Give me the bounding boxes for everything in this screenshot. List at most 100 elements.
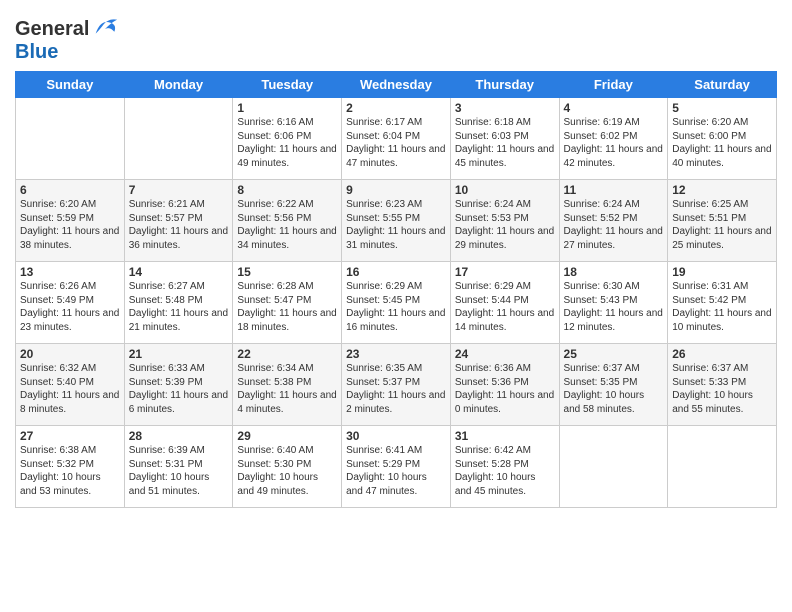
day-number: 16 xyxy=(346,265,446,279)
cell-info: Sunrise: 6:18 AMSunset: 6:03 PMDaylight:… xyxy=(455,117,554,169)
cell-info: Sunrise: 6:38 AMSunset: 5:32 PMDaylight:… xyxy=(20,445,101,497)
cell-info: Sunrise: 6:30 AMSunset: 5:43 PMDaylight:… xyxy=(564,281,663,333)
header: General Blue xyxy=(15,10,777,63)
calendar-cell: 12 Sunrise: 6:25 AMSunset: 5:51 PMDaylig… xyxy=(668,180,777,262)
calendar-cell: 30 Sunrise: 6:41 AMSunset: 5:29 PMDaylig… xyxy=(342,426,451,508)
day-number: 24 xyxy=(455,347,555,361)
calendar-cell: 26 Sunrise: 6:37 AMSunset: 5:33 PMDaylig… xyxy=(668,344,777,426)
cell-info: Sunrise: 6:37 AMSunset: 5:33 PMDaylight:… xyxy=(672,363,753,415)
calendar-cell: 11 Sunrise: 6:24 AMSunset: 5:52 PMDaylig… xyxy=(559,180,668,262)
day-number: 12 xyxy=(672,183,772,197)
day-number: 2 xyxy=(346,101,446,115)
day-number: 3 xyxy=(455,101,555,115)
calendar-cell xyxy=(124,98,233,180)
day-number: 23 xyxy=(346,347,446,361)
day-number: 5 xyxy=(672,101,772,115)
calendar-cell: 25 Sunrise: 6:37 AMSunset: 5:35 PMDaylig… xyxy=(559,344,668,426)
cell-info: Sunrise: 6:25 AMSunset: 5:51 PMDaylight:… xyxy=(672,199,771,251)
cell-info: Sunrise: 6:20 AMSunset: 5:59 PMDaylight:… xyxy=(20,199,119,251)
calendar-cell: 14 Sunrise: 6:27 AMSunset: 5:48 PMDaylig… xyxy=(124,262,233,344)
cell-info: Sunrise: 6:37 AMSunset: 5:35 PMDaylight:… xyxy=(564,363,645,415)
day-number: 14 xyxy=(129,265,229,279)
calendar-cell: 5 Sunrise: 6:20 AMSunset: 6:00 PMDayligh… xyxy=(668,98,777,180)
day-number: 11 xyxy=(564,183,664,197)
day-number: 10 xyxy=(455,183,555,197)
calendar-cell: 7 Sunrise: 6:21 AMSunset: 5:57 PMDayligh… xyxy=(124,180,233,262)
day-number: 4 xyxy=(564,101,664,115)
weekday-header: Sunday xyxy=(16,72,125,98)
page: General Blue SundayMondayTuesdayWednesda… xyxy=(0,0,792,612)
calendar-cell: 17 Sunrise: 6:29 AMSunset: 5:44 PMDaylig… xyxy=(450,262,559,344)
calendar-cell: 28 Sunrise: 6:39 AMSunset: 5:31 PMDaylig… xyxy=(124,426,233,508)
calendar-table: SundayMondayTuesdayWednesdayThursdayFrid… xyxy=(15,71,777,508)
day-number: 30 xyxy=(346,429,446,443)
day-number: 19 xyxy=(672,265,772,279)
cell-info: Sunrise: 6:33 AMSunset: 5:39 PMDaylight:… xyxy=(129,363,228,415)
logo-general: General xyxy=(15,18,89,40)
day-number: 27 xyxy=(20,429,120,443)
cell-info: Sunrise: 6:35 AMSunset: 5:37 PMDaylight:… xyxy=(346,363,445,415)
cell-info: Sunrise: 6:17 AMSunset: 6:04 PMDaylight:… xyxy=(346,117,445,169)
cell-info: Sunrise: 6:29 AMSunset: 5:44 PMDaylight:… xyxy=(455,281,554,333)
day-number: 17 xyxy=(455,265,555,279)
calendar-cell: 27 Sunrise: 6:38 AMSunset: 5:32 PMDaylig… xyxy=(16,426,125,508)
cell-info: Sunrise: 6:39 AMSunset: 5:31 PMDaylight:… xyxy=(129,445,210,497)
calendar-cell: 21 Sunrise: 6:33 AMSunset: 5:39 PMDaylig… xyxy=(124,344,233,426)
calendar-cell: 22 Sunrise: 6:34 AMSunset: 5:38 PMDaylig… xyxy=(233,344,342,426)
cell-info: Sunrise: 6:24 AMSunset: 5:52 PMDaylight:… xyxy=(564,199,663,251)
calendar-cell xyxy=(668,426,777,508)
calendar-cell: 24 Sunrise: 6:36 AMSunset: 5:36 PMDaylig… xyxy=(450,344,559,426)
calendar-cell: 10 Sunrise: 6:24 AMSunset: 5:53 PMDaylig… xyxy=(450,180,559,262)
cell-info: Sunrise: 6:41 AMSunset: 5:29 PMDaylight:… xyxy=(346,445,427,497)
cell-info: Sunrise: 6:36 AMSunset: 5:36 PMDaylight:… xyxy=(455,363,554,415)
cell-info: Sunrise: 6:27 AMSunset: 5:48 PMDaylight:… xyxy=(129,281,228,333)
calendar-cell: 9 Sunrise: 6:23 AMSunset: 5:55 PMDayligh… xyxy=(342,180,451,262)
day-number: 22 xyxy=(237,347,337,361)
calendar-week-row: 20 Sunrise: 6:32 AMSunset: 5:40 PMDaylig… xyxy=(16,344,777,426)
weekday-header: Tuesday xyxy=(233,72,342,98)
cell-info: Sunrise: 6:26 AMSunset: 5:49 PMDaylight:… xyxy=(20,281,119,333)
day-number: 8 xyxy=(237,183,337,197)
cell-info: Sunrise: 6:19 AMSunset: 6:02 PMDaylight:… xyxy=(564,117,663,169)
day-number: 15 xyxy=(237,265,337,279)
cell-info: Sunrise: 6:42 AMSunset: 5:28 PMDaylight:… xyxy=(455,445,536,497)
weekday-header: Monday xyxy=(124,72,233,98)
weekday-header: Friday xyxy=(559,72,668,98)
cell-info: Sunrise: 6:40 AMSunset: 5:30 PMDaylight:… xyxy=(237,445,318,497)
weekday-header: Thursday xyxy=(450,72,559,98)
calendar-cell: 23 Sunrise: 6:35 AMSunset: 5:37 PMDaylig… xyxy=(342,344,451,426)
calendar-cell: 19 Sunrise: 6:31 AMSunset: 5:42 PMDaylig… xyxy=(668,262,777,344)
day-number: 28 xyxy=(129,429,229,443)
calendar-cell: 29 Sunrise: 6:40 AMSunset: 5:30 PMDaylig… xyxy=(233,426,342,508)
calendar-cell: 15 Sunrise: 6:28 AMSunset: 5:47 PMDaylig… xyxy=(233,262,342,344)
calendar-cell xyxy=(16,98,125,180)
calendar-cell: 13 Sunrise: 6:26 AMSunset: 5:49 PMDaylig… xyxy=(16,262,125,344)
calendar-week-row: 27 Sunrise: 6:38 AMSunset: 5:32 PMDaylig… xyxy=(16,426,777,508)
cell-info: Sunrise: 6:20 AMSunset: 6:00 PMDaylight:… xyxy=(672,117,771,169)
calendar-cell: 3 Sunrise: 6:18 AMSunset: 6:03 PMDayligh… xyxy=(450,98,559,180)
day-number: 7 xyxy=(129,183,229,197)
day-number: 21 xyxy=(129,347,229,361)
logo-bird-icon xyxy=(91,15,119,43)
cell-info: Sunrise: 6:32 AMSunset: 5:40 PMDaylight:… xyxy=(20,363,119,415)
calendar-cell: 18 Sunrise: 6:30 AMSunset: 5:43 PMDaylig… xyxy=(559,262,668,344)
calendar-cell: 31 Sunrise: 6:42 AMSunset: 5:28 PMDaylig… xyxy=(450,426,559,508)
day-number: 25 xyxy=(564,347,664,361)
day-number: 9 xyxy=(346,183,446,197)
day-number: 13 xyxy=(20,265,120,279)
day-number: 6 xyxy=(20,183,120,197)
calendar-cell: 1 Sunrise: 6:16 AMSunset: 6:06 PMDayligh… xyxy=(233,98,342,180)
day-number: 1 xyxy=(237,101,337,115)
cell-info: Sunrise: 6:21 AMSunset: 5:57 PMDaylight:… xyxy=(129,199,228,251)
cell-info: Sunrise: 6:34 AMSunset: 5:38 PMDaylight:… xyxy=(237,363,336,415)
calendar-cell: 20 Sunrise: 6:32 AMSunset: 5:40 PMDaylig… xyxy=(16,344,125,426)
day-number: 20 xyxy=(20,347,120,361)
day-number: 29 xyxy=(237,429,337,443)
calendar-week-row: 13 Sunrise: 6:26 AMSunset: 5:49 PMDaylig… xyxy=(16,262,777,344)
calendar-cell: 6 Sunrise: 6:20 AMSunset: 5:59 PMDayligh… xyxy=(16,180,125,262)
calendar-cell: 16 Sunrise: 6:29 AMSunset: 5:45 PMDaylig… xyxy=(342,262,451,344)
cell-info: Sunrise: 6:29 AMSunset: 5:45 PMDaylight:… xyxy=(346,281,445,333)
day-number: 26 xyxy=(672,347,772,361)
calendar-cell xyxy=(559,426,668,508)
day-number: 31 xyxy=(455,429,555,443)
